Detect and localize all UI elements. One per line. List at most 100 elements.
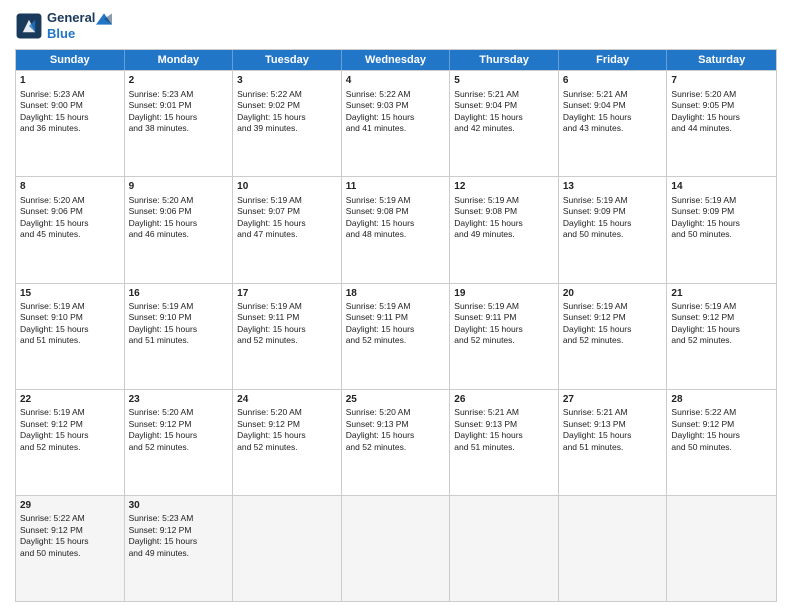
empty-cell [233,496,342,601]
day-info-24: Sunrise: 5:20 AM Sunset: 9:12 PM Dayligh… [237,407,306,451]
day-number-16: 16 [129,287,229,301]
day-number-13: 13 [563,180,663,194]
empty-cell [667,496,776,601]
day-cell-29: 29Sunrise: 5:22 AM Sunset: 9:12 PM Dayli… [16,496,125,601]
empty-cell [342,496,451,601]
day-number-9: 9 [129,180,229,194]
day-info-14: Sunrise: 5:19 AM Sunset: 9:09 PM Dayligh… [671,195,740,239]
day-cell-17: 17Sunrise: 5:19 AM Sunset: 9:11 PM Dayli… [233,284,342,389]
logo: GeneralBlue [15,10,112,41]
day-info-20: Sunrise: 5:19 AM Sunset: 9:12 PM Dayligh… [563,301,632,345]
day-number-25: 25 [346,393,446,407]
day-info-12: Sunrise: 5:19 AM Sunset: 9:08 PM Dayligh… [454,195,523,239]
day-number-14: 14 [671,180,772,194]
day-cell-21: 21Sunrise: 5:19 AM Sunset: 9:12 PM Dayli… [667,284,776,389]
day-number-3: 3 [237,74,337,88]
week-row-3: 15Sunrise: 5:19 AM Sunset: 9:10 PM Dayli… [16,283,776,389]
day-number-30: 30 [129,499,229,513]
header-thursday: Thursday [450,50,559,70]
header-wednesday: Wednesday [342,50,451,70]
day-cell-11: 11Sunrise: 5:19 AM Sunset: 9:08 PM Dayli… [342,177,451,282]
day-cell-8: 8Sunrise: 5:20 AM Sunset: 9:06 PM Daylig… [16,177,125,282]
day-cell-28: 28Sunrise: 5:22 AM Sunset: 9:12 PM Dayli… [667,390,776,495]
day-number-15: 15 [20,287,120,301]
day-number-12: 12 [454,180,554,194]
day-cell-27: 27Sunrise: 5:21 AM Sunset: 9:13 PM Dayli… [559,390,668,495]
day-cell-19: 19Sunrise: 5:19 AM Sunset: 9:11 PM Dayli… [450,284,559,389]
day-info-30: Sunrise: 5:23 AM Sunset: 9:12 PM Dayligh… [129,513,198,557]
day-cell-25: 25Sunrise: 5:20 AM Sunset: 9:13 PM Dayli… [342,390,451,495]
empty-cell [450,496,559,601]
day-info-26: Sunrise: 5:21 AM Sunset: 9:13 PM Dayligh… [454,407,523,451]
day-number-22: 22 [20,393,120,407]
day-info-3: Sunrise: 5:22 AM Sunset: 9:02 PM Dayligh… [237,89,306,133]
header-tuesday: Tuesday [233,50,342,70]
day-cell-26: 26Sunrise: 5:21 AM Sunset: 9:13 PM Dayli… [450,390,559,495]
day-cell-2: 2Sunrise: 5:23 AM Sunset: 9:01 PM Daylig… [125,71,234,176]
day-info-2: Sunrise: 5:23 AM Sunset: 9:01 PM Dayligh… [129,89,198,133]
day-cell-18: 18Sunrise: 5:19 AM Sunset: 9:11 PM Dayli… [342,284,451,389]
day-number-11: 11 [346,180,446,194]
day-cell-13: 13Sunrise: 5:19 AM Sunset: 9:09 PM Dayli… [559,177,668,282]
day-number-21: 21 [671,287,772,301]
header-monday: Monday [125,50,234,70]
day-cell-9: 9Sunrise: 5:20 AM Sunset: 9:06 PM Daylig… [125,177,234,282]
day-number-5: 5 [454,74,554,88]
day-number-4: 4 [346,74,446,88]
day-number-20: 20 [563,287,663,301]
day-info-1: Sunrise: 5:23 AM Sunset: 9:00 PM Dayligh… [20,89,89,133]
day-cell-5: 5Sunrise: 5:21 AM Sunset: 9:04 PM Daylig… [450,71,559,176]
day-info-22: Sunrise: 5:19 AM Sunset: 9:12 PM Dayligh… [20,407,89,451]
page: GeneralBlue SundayMondayTuesdayWednesday… [0,0,792,612]
day-cell-20: 20Sunrise: 5:19 AM Sunset: 9:12 PM Dayli… [559,284,668,389]
header-sunday: Sunday [16,50,125,70]
day-number-28: 28 [671,393,772,407]
day-info-17: Sunrise: 5:19 AM Sunset: 9:11 PM Dayligh… [237,301,306,345]
week-row-5: 29Sunrise: 5:22 AM Sunset: 9:12 PM Dayli… [16,495,776,601]
day-info-27: Sunrise: 5:21 AM Sunset: 9:13 PM Dayligh… [563,407,632,451]
day-number-19: 19 [454,287,554,301]
day-number-2: 2 [129,74,229,88]
day-cell-23: 23Sunrise: 5:20 AM Sunset: 9:12 PM Dayli… [125,390,234,495]
day-info-5: Sunrise: 5:21 AM Sunset: 9:04 PM Dayligh… [454,89,523,133]
day-number-27: 27 [563,393,663,407]
day-info-25: Sunrise: 5:20 AM Sunset: 9:13 PM Dayligh… [346,407,415,451]
day-number-17: 17 [237,287,337,301]
day-info-23: Sunrise: 5:20 AM Sunset: 9:12 PM Dayligh… [129,407,198,451]
day-info-7: Sunrise: 5:20 AM Sunset: 9:05 PM Dayligh… [671,89,740,133]
day-info-8: Sunrise: 5:20 AM Sunset: 9:06 PM Dayligh… [20,195,89,239]
empty-cell [559,496,668,601]
day-cell-4: 4Sunrise: 5:22 AM Sunset: 9:03 PM Daylig… [342,71,451,176]
day-number-7: 7 [671,74,772,88]
day-number-6: 6 [563,74,663,88]
day-number-10: 10 [237,180,337,194]
calendar-body: 1Sunrise: 5:23 AM Sunset: 9:00 PM Daylig… [16,70,776,601]
day-info-13: Sunrise: 5:19 AM Sunset: 9:09 PM Dayligh… [563,195,632,239]
day-info-29: Sunrise: 5:22 AM Sunset: 9:12 PM Dayligh… [20,513,89,557]
week-row-1: 1Sunrise: 5:23 AM Sunset: 9:00 PM Daylig… [16,70,776,176]
header: GeneralBlue [15,10,777,41]
header-saturday: Saturday [667,50,776,70]
day-number-23: 23 [129,393,229,407]
day-cell-3: 3Sunrise: 5:22 AM Sunset: 9:02 PM Daylig… [233,71,342,176]
day-cell-6: 6Sunrise: 5:21 AM Sunset: 9:04 PM Daylig… [559,71,668,176]
day-cell-7: 7Sunrise: 5:20 AM Sunset: 9:05 PM Daylig… [667,71,776,176]
day-cell-22: 22Sunrise: 5:19 AM Sunset: 9:12 PM Dayli… [16,390,125,495]
logo-text: GeneralBlue [47,10,112,41]
day-number-26: 26 [454,393,554,407]
day-cell-24: 24Sunrise: 5:20 AM Sunset: 9:12 PM Dayli… [233,390,342,495]
day-cell-10: 10Sunrise: 5:19 AM Sunset: 9:07 PM Dayli… [233,177,342,282]
day-info-15: Sunrise: 5:19 AM Sunset: 9:10 PM Dayligh… [20,301,89,345]
day-number-8: 8 [20,180,120,194]
day-cell-15: 15Sunrise: 5:19 AM Sunset: 9:10 PM Dayli… [16,284,125,389]
week-row-2: 8Sunrise: 5:20 AM Sunset: 9:06 PM Daylig… [16,176,776,282]
day-info-6: Sunrise: 5:21 AM Sunset: 9:04 PM Dayligh… [563,89,632,133]
day-info-18: Sunrise: 5:19 AM Sunset: 9:11 PM Dayligh… [346,301,415,345]
day-info-4: Sunrise: 5:22 AM Sunset: 9:03 PM Dayligh… [346,89,415,133]
day-info-9: Sunrise: 5:20 AM Sunset: 9:06 PM Dayligh… [129,195,198,239]
day-info-21: Sunrise: 5:19 AM Sunset: 9:12 PM Dayligh… [671,301,740,345]
day-info-10: Sunrise: 5:19 AM Sunset: 9:07 PM Dayligh… [237,195,306,239]
calendar: SundayMondayTuesdayWednesdayThursdayFrid… [15,49,777,602]
day-number-24: 24 [237,393,337,407]
calendar-header: SundayMondayTuesdayWednesdayThursdayFrid… [16,50,776,70]
